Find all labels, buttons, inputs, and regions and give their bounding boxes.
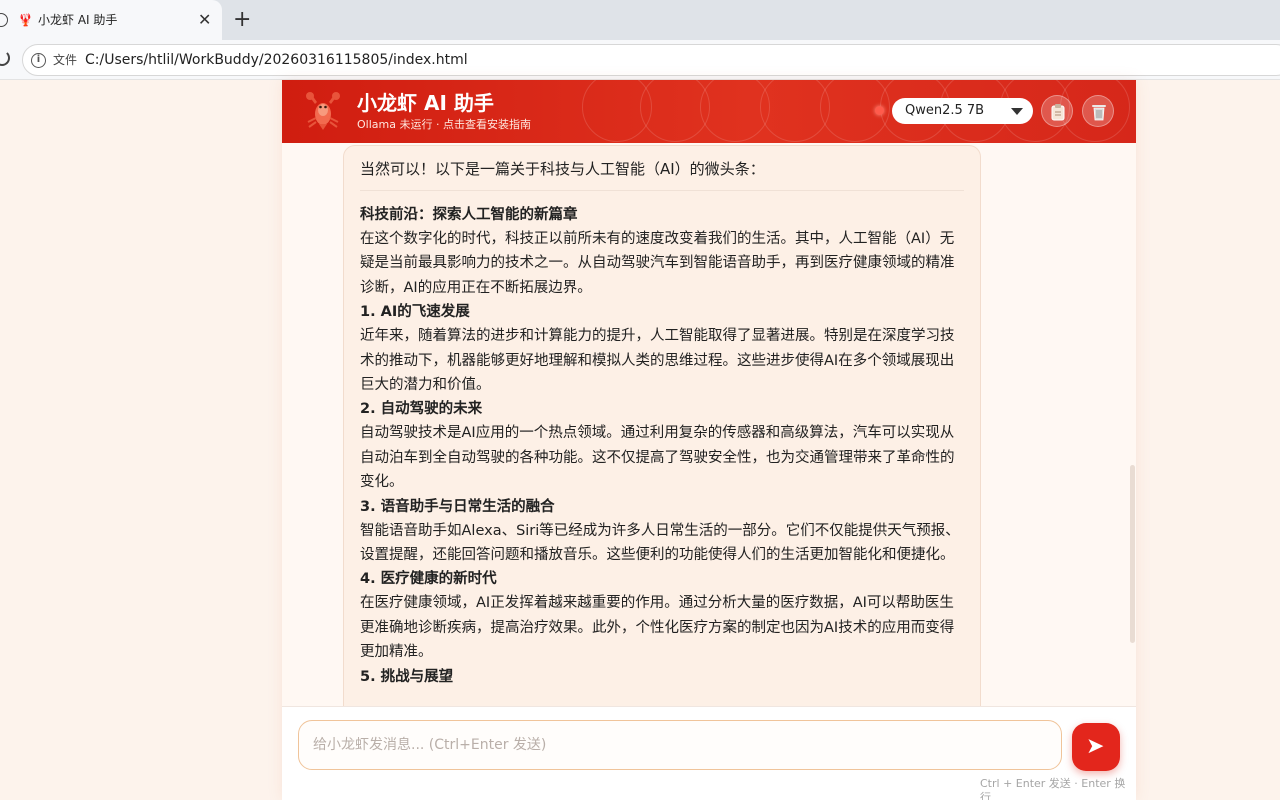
paragraph: 智能语音助手如Alexa、Siri等已经成为许多人日常生活的一部分。它们不仅能提…	[360, 522, 960, 564]
close-tab-icon[interactable]: ✕	[198, 10, 211, 30]
model-select[interactable]: Qwen2.5 7B	[892, 98, 1033, 124]
tab-title: 小龙虾 AI 助手	[38, 13, 118, 27]
model-selected-value: Qwen2.5 7B	[905, 103, 985, 118]
send-button[interactable]: ➤	[1072, 723, 1120, 771]
send-icon: ➤	[1086, 734, 1105, 759]
section-heading: 科技前沿：探索人工智能的新篇章	[360, 207, 578, 223]
globe-icon	[0, 13, 8, 27]
file-scheme-label: 文件	[53, 53, 78, 67]
section-heading: 3. 语音助手与日常生活的融合	[360, 498, 555, 515]
message-input[interactable]	[298, 720, 1062, 770]
status-indicator	[875, 106, 884, 115]
paragraph: 近年来，随着算法的进步和计算能力的提升，人工智能取得了显著进展。特别是在深度学习…	[360, 328, 955, 394]
paragraph: 在这个数字化的时代，科技正以前所未有的速度改变着我们的生活。其中，人工智能（AI…	[360, 231, 955, 296]
new-tab-button[interactable]: +	[233, 6, 251, 34]
chat-app: 小龙虾 AI 助手 Ollama 未运行 · 点击查看安装指南 Qwen2.5 …	[282, 80, 1136, 800]
composer: ➤ Ctrl + Enter 发送 · Enter 换行	[282, 706, 1136, 800]
app-header: 小龙虾 AI 助手 Ollama 未运行 · 点击查看安装指南 Qwen2.5 …	[282, 80, 1136, 143]
clear-chat-button[interactable]	[1082, 95, 1114, 127]
clipboard-icon	[1051, 104, 1065, 121]
chevron-down-icon	[1011, 108, 1023, 115]
address-bar-row: i 文件 C:/Users/htlil/WorkBuddy/2026031611…	[0, 40, 1280, 80]
ollama-status-link[interactable]: Ollama 未运行 · 点击查看安装指南	[357, 118, 531, 132]
message-list[interactable]: 当然可以！以下是一篇关于科技与人工智能（AI）的微头条： 科技前沿：探索人工智能…	[282, 143, 1136, 706]
paragraph: 自动驾驶技术是AI应用的一个热点领域。通过利用复杂的传感器和高级算法，汽车可以实…	[360, 425, 955, 491]
section-heading: 1. AI的飞速发展	[360, 304, 470, 321]
lobster-logo-icon	[306, 92, 340, 130]
reload-icon[interactable]	[0, 50, 10, 66]
copy-button[interactable]	[1041, 95, 1073, 127]
message-body: 科技前沿：探索人工智能的新篇章在这个数字化的时代，科技正以前所未有的速度改变着我…	[360, 203, 964, 689]
url-text[interactable]: C:/Users/htlil/WorkBuddy/20260316115805/…	[85, 51, 468, 69]
scrollbar[interactable]	[1130, 465, 1135, 643]
browser-tab-strip: 🦞 小龙虾 AI 助手 ✕ +	[0, 0, 1280, 40]
app-title: 小龙虾 AI 助手	[357, 91, 494, 115]
section-heading: 2. 自动驾驶的未来	[360, 401, 483, 418]
section-heading: 4. 医疗健康的新时代	[360, 571, 497, 588]
paragraph: 在医疗健康领域，AI正发挥着越来越重要的作用。通过分析大量的医疗数据，AI可以帮…	[360, 595, 955, 661]
shortcut-hint: Ctrl + Enter 发送 · Enter 换行	[980, 777, 1126, 800]
address-bar[interactable]: i 文件 C:/Users/htlil/WorkBuddy/2026031611…	[22, 44, 1280, 76]
message-intro: 当然可以！以下是一篇关于科技与人工智能（AI）的微头条：	[360, 158, 964, 191]
assistant-message: 当然可以！以下是一篇关于科技与人工智能（AI）的微头条： 科技前沿：探索人工智能…	[343, 145, 981, 706]
trash-icon	[1092, 105, 1106, 121]
info-icon[interactable]: i	[31, 53, 46, 68]
browser-tab[interactable]: 🦞 小龙虾 AI 助手 ✕	[0, 0, 222, 40]
lobster-favicon-icon: 🦞	[18, 13, 33, 27]
section-heading: 5. 挑战与展望	[360, 668, 454, 685]
